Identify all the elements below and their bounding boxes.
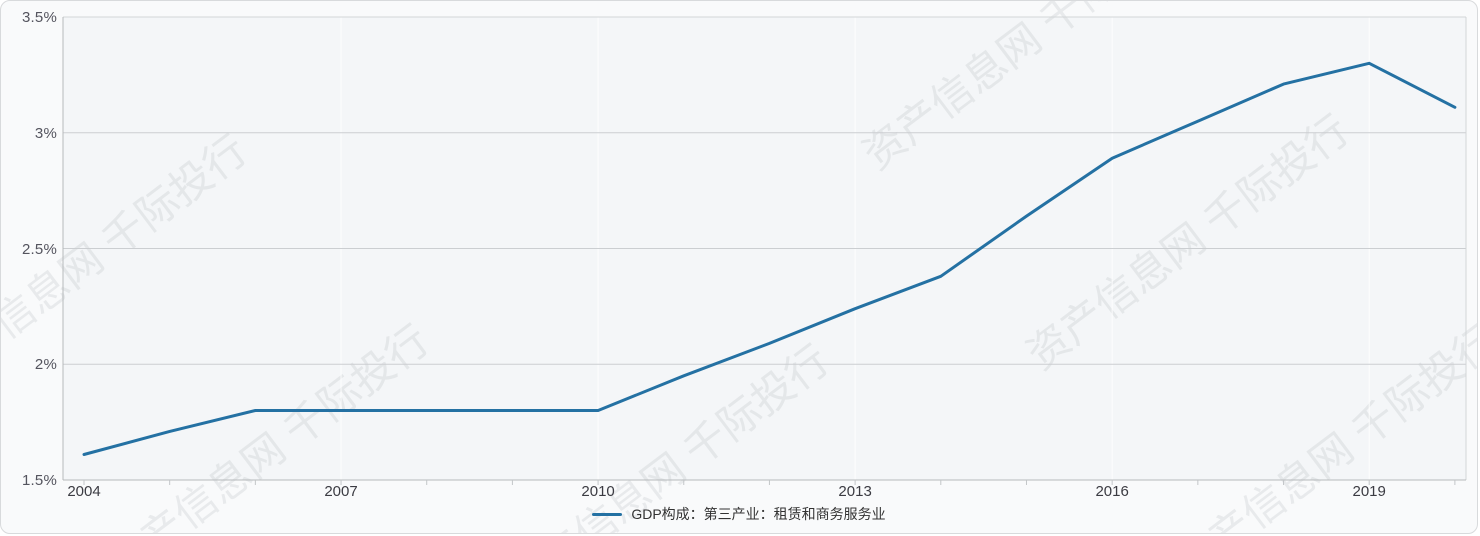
x-axis-tick-label: 2010 (581, 483, 615, 500)
x-axis-tick-label: 2007 (324, 483, 358, 500)
y-axis-tick-label: 2% (34, 356, 57, 374)
y-axis-tick-label: 3% (34, 124, 57, 142)
x-axis-tick-label: 2019 (1352, 483, 1386, 500)
x-axis-tick-label: 2004 (67, 483, 101, 500)
line-chart: 资产信息网 千际投行资产信息网 千际投行资产信息网 千际投行资产信息网 千际投行… (1, 1, 1477, 533)
y-axis-tick-label: 2.5% (22, 240, 57, 258)
y-axis-tick-label: 3.5% (22, 9, 57, 26)
x-axis-tick-label: 2013 (838, 483, 872, 500)
legend-label: GDP构成：第三产业：租赁和商务服务业 (631, 506, 886, 522)
chart-screenshot: 资产信息网 千际投行 资产信息网 千际投行 资产信息网 千际投行 资产信息网 千际投行… (0, 0, 1480, 536)
x-axis-tick-label: 2016 (1095, 483, 1129, 500)
legend[interactable]: GDP构成：第三产业：租赁和商务服务业 (1, 505, 1477, 523)
legend-line-swatch (592, 512, 623, 516)
line-chart-canvas: 资产信息网 千际投行 资产信息网 千际投行 资产信息网 千际投行 资产信息网 千际投行… (1, 1, 1477, 533)
chart-card: 资产信息网 千际投行 资产信息网 千际投行 资产信息网 千际投行 资产信息网 千际投行… (0, 0, 1478, 534)
